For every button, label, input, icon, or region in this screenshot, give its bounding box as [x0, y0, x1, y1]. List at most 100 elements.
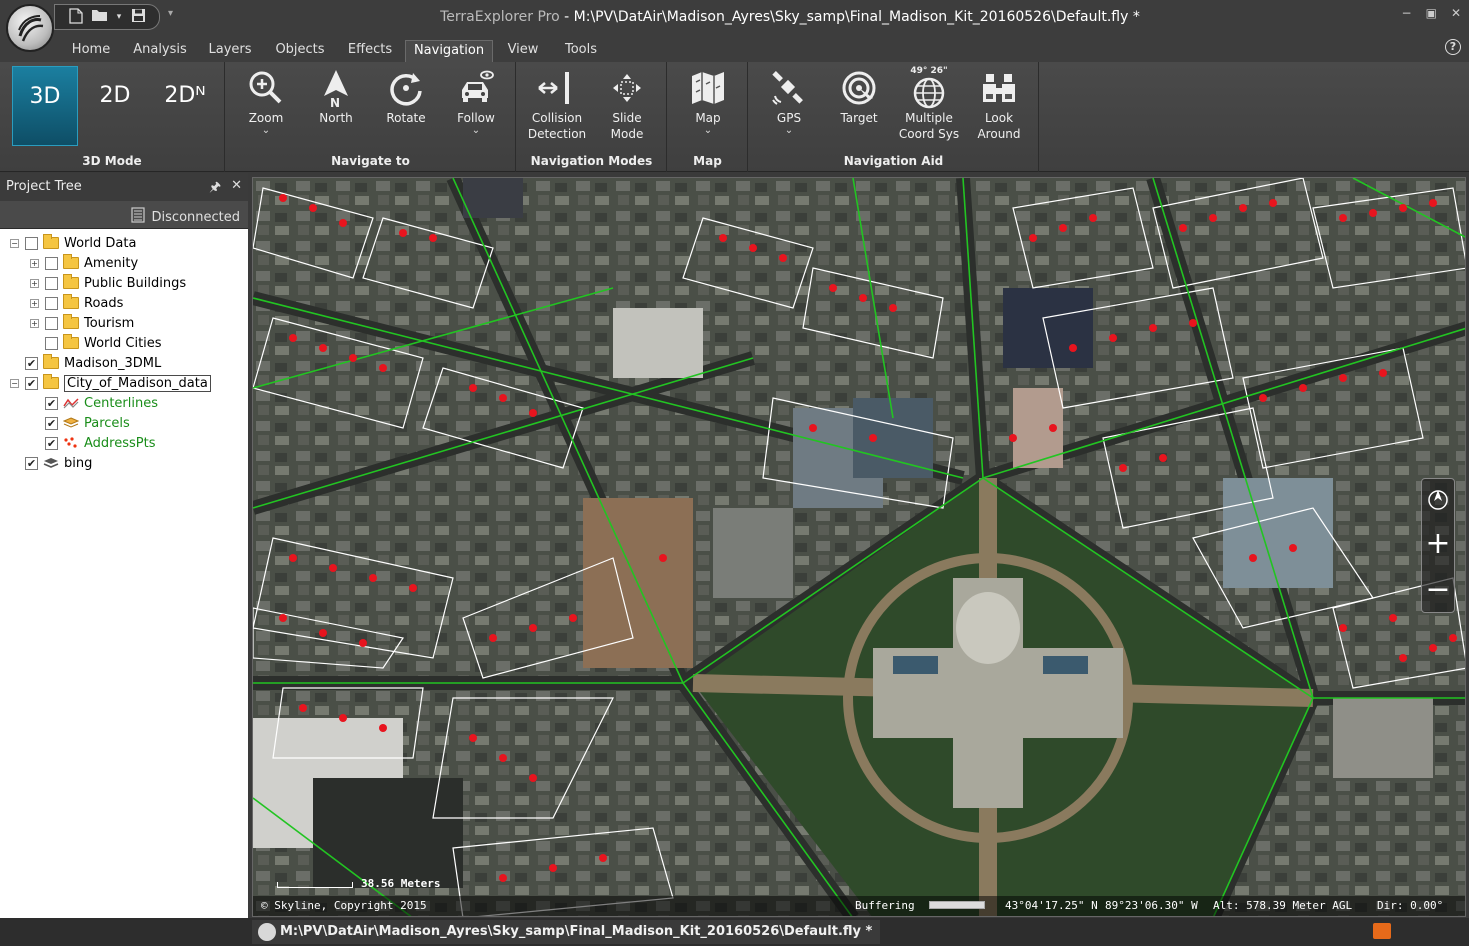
tree-node[interactable]: − ✔ City_of_Madison_data	[10, 373, 211, 393]
close-icon[interactable]: ✕	[231, 178, 242, 200]
tree-node[interactable]: ✔ Madison_3DML	[10, 353, 161, 373]
tree-node[interactable]: + Tourism	[30, 313, 134, 333]
close-button[interactable]: ✕	[1451, 6, 1461, 20]
slide-mode-button[interactable]: Slide Mode	[593, 66, 661, 142]
look-around-button[interactable]: Look Around	[965, 66, 1033, 142]
folder-icon	[63, 274, 79, 289]
target-button[interactable]: Target	[825, 66, 893, 126]
title-separator: -	[559, 9, 574, 25]
connection-status[interactable]: Disconnected	[152, 210, 240, 225]
tree-node[interactable]: ✔ bing	[10, 453, 92, 473]
follow-button[interactable]: Follow ⌄	[442, 66, 510, 136]
title-bar: ▾ ▾ TerraExplorer Pro - M:\PV\DatAir\Mad…	[0, 0, 1469, 36]
mode-2d-button[interactable]: 2D	[82, 66, 148, 146]
collapse-icon[interactable]: −	[10, 378, 19, 388]
mode-3d-button[interactable]: 3D	[12, 66, 78, 146]
visibility-checkbox[interactable]: ✔	[25, 356, 38, 370]
tree-node-label[interactable]: World Data	[64, 236, 136, 251]
tree-node-label[interactable]: Roads	[84, 296, 123, 311]
visibility-checkbox[interactable]: ✔	[25, 456, 38, 470]
zoom-out-icon[interactable]: −	[1422, 571, 1454, 611]
tree-node[interactable]: − World Data	[10, 233, 136, 253]
tab-objects[interactable]: Objects	[268, 40, 332, 62]
rotate-button[interactable]: Rotate	[372, 66, 440, 126]
visibility-checkbox[interactable]	[45, 296, 58, 310]
collision-detection-button[interactable]: Collision Detection	[523, 66, 591, 142]
tree-node-label[interactable]: Public Buildings	[84, 276, 186, 291]
chevron-down-icon: ⌄	[784, 125, 794, 136]
tab-home[interactable]: Home	[62, 40, 120, 62]
tree-node-label[interactable]: bing	[64, 456, 92, 471]
minimize-button[interactable]: −	[1402, 6, 1412, 20]
map-navigation-widget: + −	[1421, 478, 1455, 613]
compass-icon[interactable]	[1422, 481, 1454, 521]
mode-2d-north-button[interactable]: 2Dᴺ	[152, 66, 218, 146]
expand-icon[interactable]: +	[30, 258, 39, 268]
tab-view[interactable]: View	[500, 40, 546, 62]
terraexplorer-window: ▾ ▾ TerraExplorer Pro - M:\PV\DatAir\Mad…	[0, 0, 1469, 946]
tree-node-label[interactable]: Parcels	[84, 416, 130, 431]
visibility-checkbox[interactable]	[45, 336, 58, 350]
gps-button[interactable]: GPS ⌄	[755, 66, 823, 136]
visibility-checkbox[interactable]: ✔	[45, 396, 58, 410]
tab-layers[interactable]: Layers	[200, 40, 260, 62]
ribbon-group-navigation-modes: Collision Detection Slide Mode Navigation …	[517, 62, 667, 172]
group-label-map: Map	[693, 154, 722, 168]
group-label-3d-mode: 3D Mode	[82, 154, 142, 168]
scale-label: 38.56 Meters	[361, 877, 441, 890]
tab-analysis[interactable]: Analysis	[128, 40, 192, 62]
north-button[interactable]: N North	[302, 66, 370, 126]
tab-effects[interactable]: Effects	[340, 40, 400, 62]
altitude-readout: Alt: 578.39 Meter AGL	[1213, 899, 1353, 912]
buffering-label: Buffering	[855, 899, 915, 912]
tree-node[interactable]: ✔ Centerlines	[30, 393, 158, 413]
tree-node[interactable]: + Amenity	[30, 253, 138, 273]
tab-tools[interactable]: Tools	[556, 40, 606, 62]
group-label-navigation-modes: Navigation Modes	[530, 154, 653, 168]
zoom-in-icon[interactable]: +	[1422, 525, 1454, 565]
server-icon	[130, 207, 146, 227]
visibility-checkbox[interactable]	[45, 276, 58, 290]
coords-overlay-text: 49° 26"	[910, 66, 948, 76]
3d-map-view[interactable]: 38.56 Meters + − © Skyline, Copyright 20…	[252, 177, 1466, 917]
tree-node-label[interactable]: Madison_3DML	[64, 356, 161, 371]
multiple-coord-sys-label: Multiple Coord Sys	[898, 111, 960, 141]
tree-node-label[interactable]: Centerlines	[84, 396, 158, 411]
tree-node[interactable]: ✔ Parcels	[30, 413, 130, 433]
visibility-checkbox[interactable]: ✔	[25, 376, 38, 390]
document-tab[interactable]: M:\PV\DatAir\Madison_Ayres\Sky_samp\Fina…	[252, 920, 881, 944]
tree-node[interactable]: World Cities	[30, 333, 162, 353]
target-icon	[825, 66, 893, 110]
tree-node[interactable]: ✔ AddressPts	[30, 433, 155, 453]
tree-node[interactable]: + Public Buildings	[30, 273, 186, 293]
visibility-checkbox[interactable]	[45, 316, 58, 330]
expand-icon[interactable]: +	[30, 278, 39, 288]
tree-node[interactable]: + Roads	[30, 293, 123, 313]
target-label: Target	[840, 111, 878, 125]
collapse-icon[interactable]: −	[10, 238, 19, 248]
visibility-checkbox[interactable]	[45, 256, 58, 270]
pin-icon[interactable]: 🖈	[209, 178, 221, 200]
expand-icon[interactable]: +	[30, 298, 39, 308]
visibility-checkbox[interactable]: ✔	[45, 416, 58, 430]
expand-icon[interactable]: +	[30, 318, 39, 328]
tree-node-label[interactable]: Amenity	[84, 256, 138, 271]
visibility-checkbox[interactable]: ✔	[45, 436, 58, 450]
layers-status-icon[interactable]	[1373, 923, 1391, 939]
multiple-coord-sys-button[interactable]: 49° 26" Multiple Coord Sys	[895, 66, 963, 142]
zoom-button[interactable]: Zoom ⌄	[232, 66, 300, 136]
map-button[interactable]: Map ⌄	[674, 66, 742, 136]
maximize-button[interactable]: ▣	[1426, 6, 1437, 20]
tree-node-label[interactable]: AddressPts	[84, 436, 155, 451]
folder-icon	[43, 234, 59, 249]
tree-node-label[interactable]: City_of_Madison_data	[64, 374, 211, 392]
aerial-terrain[interactable]	[253, 178, 1466, 917]
folder-icon	[63, 314, 79, 329]
app-logo-button[interactable]	[6, 4, 54, 52]
tab-navigation[interactable]: Navigation	[405, 40, 493, 62]
help-icon[interactable]: ?	[1445, 39, 1461, 55]
visibility-checkbox[interactable]	[25, 236, 38, 250]
tree-node-label[interactable]: Tourism	[84, 316, 134, 331]
tree-node-label[interactable]: World Cities	[84, 336, 162, 351]
